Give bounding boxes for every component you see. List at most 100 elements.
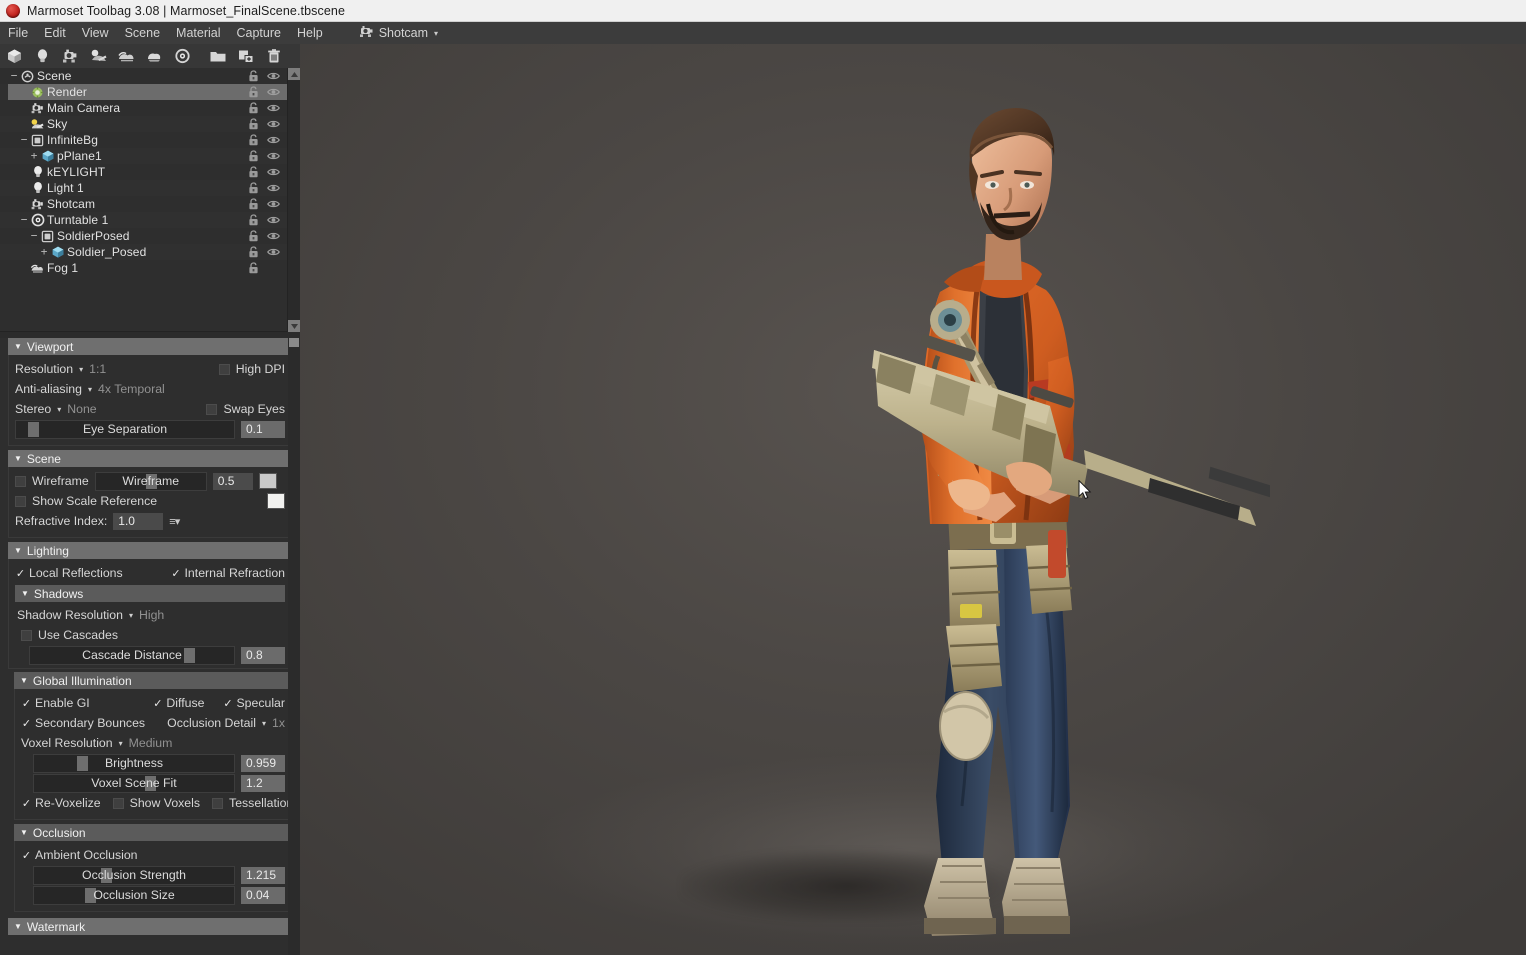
occlusion-detail-value[interactable]: 1x bbox=[272, 716, 285, 730]
add-turntable-icon[interactable] bbox=[168, 44, 196, 68]
voxel-scene-fit-slider[interactable]: Voxel Scene Fit bbox=[33, 773, 235, 793]
group-shadows-header[interactable]: ▼ Shadows bbox=[15, 585, 285, 602]
lock-icon[interactable] bbox=[245, 117, 261, 131]
eye-separation-value[interactable]: 0.1 bbox=[241, 420, 285, 438]
outliner-row-main-camera[interactable]: Main Camera bbox=[0, 100, 287, 116]
chevron-down-icon[interactable]: ▾ bbox=[129, 611, 133, 620]
brightness-slider[interactable]: Brightness bbox=[33, 753, 235, 773]
outliner-row-sky[interactable]: Sky bbox=[0, 116, 287, 132]
delete-trash-icon[interactable] bbox=[260, 44, 288, 68]
lock-icon[interactable] bbox=[245, 101, 261, 115]
outliner-scrollbar[interactable] bbox=[287, 68, 301, 332]
chevron-down-icon[interactable]: ▾ bbox=[88, 385, 92, 394]
slider-handle[interactable] bbox=[184, 647, 196, 663]
occlusion-size-value[interactable]: 0.04 bbox=[241, 886, 285, 904]
duplicate-icon[interactable] bbox=[232, 44, 260, 68]
specular-toggle[interactable]: ✓ Specular bbox=[222, 696, 285, 710]
open-folder-icon[interactable] bbox=[204, 44, 232, 68]
visibility-eye-icon[interactable] bbox=[265, 101, 281, 115]
resolution-value[interactable]: 1:1 bbox=[89, 362, 106, 376]
scrollbar-thumb[interactable] bbox=[289, 338, 299, 347]
chevron-down-icon[interactable]: ▾ bbox=[119, 739, 123, 748]
outliner-row-keylight[interactable]: kEYLIGHT bbox=[0, 164, 287, 180]
occlusion-size-slider[interactable]: Occlusion Size bbox=[33, 885, 235, 905]
visibility-eye-icon[interactable] bbox=[265, 213, 281, 227]
slider-handle[interactable] bbox=[28, 421, 40, 437]
wireframe-checkbox[interactable] bbox=[15, 475, 26, 487]
eye-separation-slider[interactable]: Eye Separation bbox=[15, 419, 235, 439]
add-skybox-icon[interactable] bbox=[140, 44, 168, 68]
expand-icon[interactable]: + bbox=[28, 150, 40, 161]
group-watermark-header[interactable]: ▼ Watermark bbox=[8, 918, 292, 935]
lock-icon[interactable] bbox=[245, 213, 261, 227]
occlusion-strength-value[interactable]: 1.215 bbox=[241, 866, 285, 884]
group-occlusion-header[interactable]: ▼ Occlusion bbox=[14, 824, 292, 841]
collapse-icon[interactable]: − bbox=[8, 70, 20, 81]
visibility-eye-icon[interactable] bbox=[265, 229, 281, 243]
swap-eyes-checkbox[interactable] bbox=[206, 403, 218, 415]
use-cascades-checkbox[interactable] bbox=[21, 629, 32, 641]
visibility-eye-icon[interactable] bbox=[265, 181, 281, 195]
group-global-illumination-header[interactable]: ▼ Global Illumination bbox=[14, 672, 292, 689]
lock-icon[interactable] bbox=[245, 245, 261, 259]
visibility-eye-icon[interactable] bbox=[265, 69, 281, 83]
chevron-down-icon[interactable]: ▾ bbox=[79, 365, 83, 374]
add-light-icon[interactable] bbox=[28, 44, 56, 68]
enable-gi-toggle[interactable]: ✓ Enable GI bbox=[21, 696, 90, 710]
lock-icon[interactable] bbox=[245, 197, 261, 211]
outliner-row-pplane1[interactable]: + pPlane1 bbox=[0, 148, 287, 164]
group-viewport-header[interactable]: ▼ Viewport bbox=[8, 338, 292, 355]
outliner-row-scene[interactable]: − Scene bbox=[0, 68, 287, 84]
lock-icon[interactable] bbox=[245, 85, 261, 99]
menu-item-capture[interactable]: Capture bbox=[229, 22, 289, 44]
visibility-eye-icon[interactable] bbox=[265, 245, 281, 259]
add-camera-icon[interactable] bbox=[56, 44, 84, 68]
tessellation-checkbox[interactable] bbox=[212, 797, 224, 809]
show-scale-reference-checkbox[interactable] bbox=[15, 495, 26, 507]
add-mesh-icon[interactable] bbox=[0, 44, 28, 68]
add-sky-light-icon[interactable] bbox=[84, 44, 112, 68]
group-scene-header[interactable]: ▼ Scene bbox=[8, 450, 292, 467]
ambient-occlusion-toggle[interactable]: ✓ Ambient Occlusion bbox=[21, 848, 138, 862]
occlusion-strength-slider[interactable]: Occlusion Strength bbox=[33, 865, 235, 885]
group-lighting-header[interactable]: ▼ Lighting bbox=[8, 542, 292, 559]
collapse-icon[interactable]: − bbox=[28, 230, 40, 241]
anti-aliasing-value[interactable]: 4x Temporal bbox=[98, 382, 165, 396]
outliner-row-fog-1[interactable]: Fog 1 bbox=[0, 260, 287, 276]
menu-item-edit[interactable]: Edit bbox=[36, 22, 74, 44]
add-fog-icon[interactable] bbox=[112, 44, 140, 68]
collapse-icon[interactable]: − bbox=[18, 134, 30, 145]
visibility-eye-icon[interactable] bbox=[265, 197, 281, 211]
lock-icon[interactable] bbox=[245, 149, 261, 163]
visibility-eye-icon[interactable] bbox=[265, 149, 281, 163]
outliner-row-soldierposed[interactable]: − SoldierPosed bbox=[0, 228, 287, 244]
high-dpi-checkbox[interactable] bbox=[218, 363, 230, 375]
brightness-value[interactable]: 0.959 bbox=[241, 754, 285, 772]
refractive-index-field[interactable]: 1.0 bbox=[113, 512, 164, 530]
internal-refraction-toggle[interactable]: ✓ Internal Refraction bbox=[171, 566, 285, 580]
menu-item-scene[interactable]: Scene bbox=[117, 22, 168, 44]
menu-item-file[interactable]: File bbox=[0, 22, 36, 44]
menu-item-help[interactable]: Help bbox=[289, 22, 331, 44]
visibility-eye-icon[interactable] bbox=[265, 85, 281, 99]
visibility-eye-icon[interactable] bbox=[265, 117, 281, 131]
outliner-row-soldier-posed[interactable]: + Soldier_Posed bbox=[0, 244, 287, 260]
stereo-value[interactable]: None bbox=[67, 402, 96, 416]
shadow-resolution-value[interactable]: High bbox=[139, 608, 164, 622]
outliner-row-infinitebg[interactable]: − InfiniteBg bbox=[0, 132, 287, 148]
properties-scrollbar[interactable] bbox=[288, 338, 300, 955]
lock-icon[interactable] bbox=[245, 69, 261, 83]
cascade-distance-slider[interactable]: Cascade Distance bbox=[29, 645, 235, 665]
shotcam-selector[interactable]: Shotcam ▾ bbox=[359, 25, 438, 41]
slider-handle[interactable] bbox=[77, 755, 88, 771]
menu-item-view[interactable]: View bbox=[74, 22, 117, 44]
outliner-row-render[interactable]: Render bbox=[0, 84, 287, 100]
local-reflections-toggle[interactable]: ✓ Local Reflections bbox=[15, 566, 123, 580]
scale-reference-color-swatch[interactable] bbox=[267, 493, 285, 509]
visibility-eye-icon[interactable] bbox=[265, 133, 281, 147]
outliner-row-turntable-1[interactable]: − Turntable 1 bbox=[0, 212, 287, 228]
outliner-row-light-1[interactable]: Light 1 bbox=[0, 180, 287, 196]
chevron-down-icon[interactable]: ▾ bbox=[262, 719, 266, 728]
menu-item-material[interactable]: Material bbox=[168, 22, 228, 44]
expand-icon[interactable]: + bbox=[38, 246, 50, 257]
